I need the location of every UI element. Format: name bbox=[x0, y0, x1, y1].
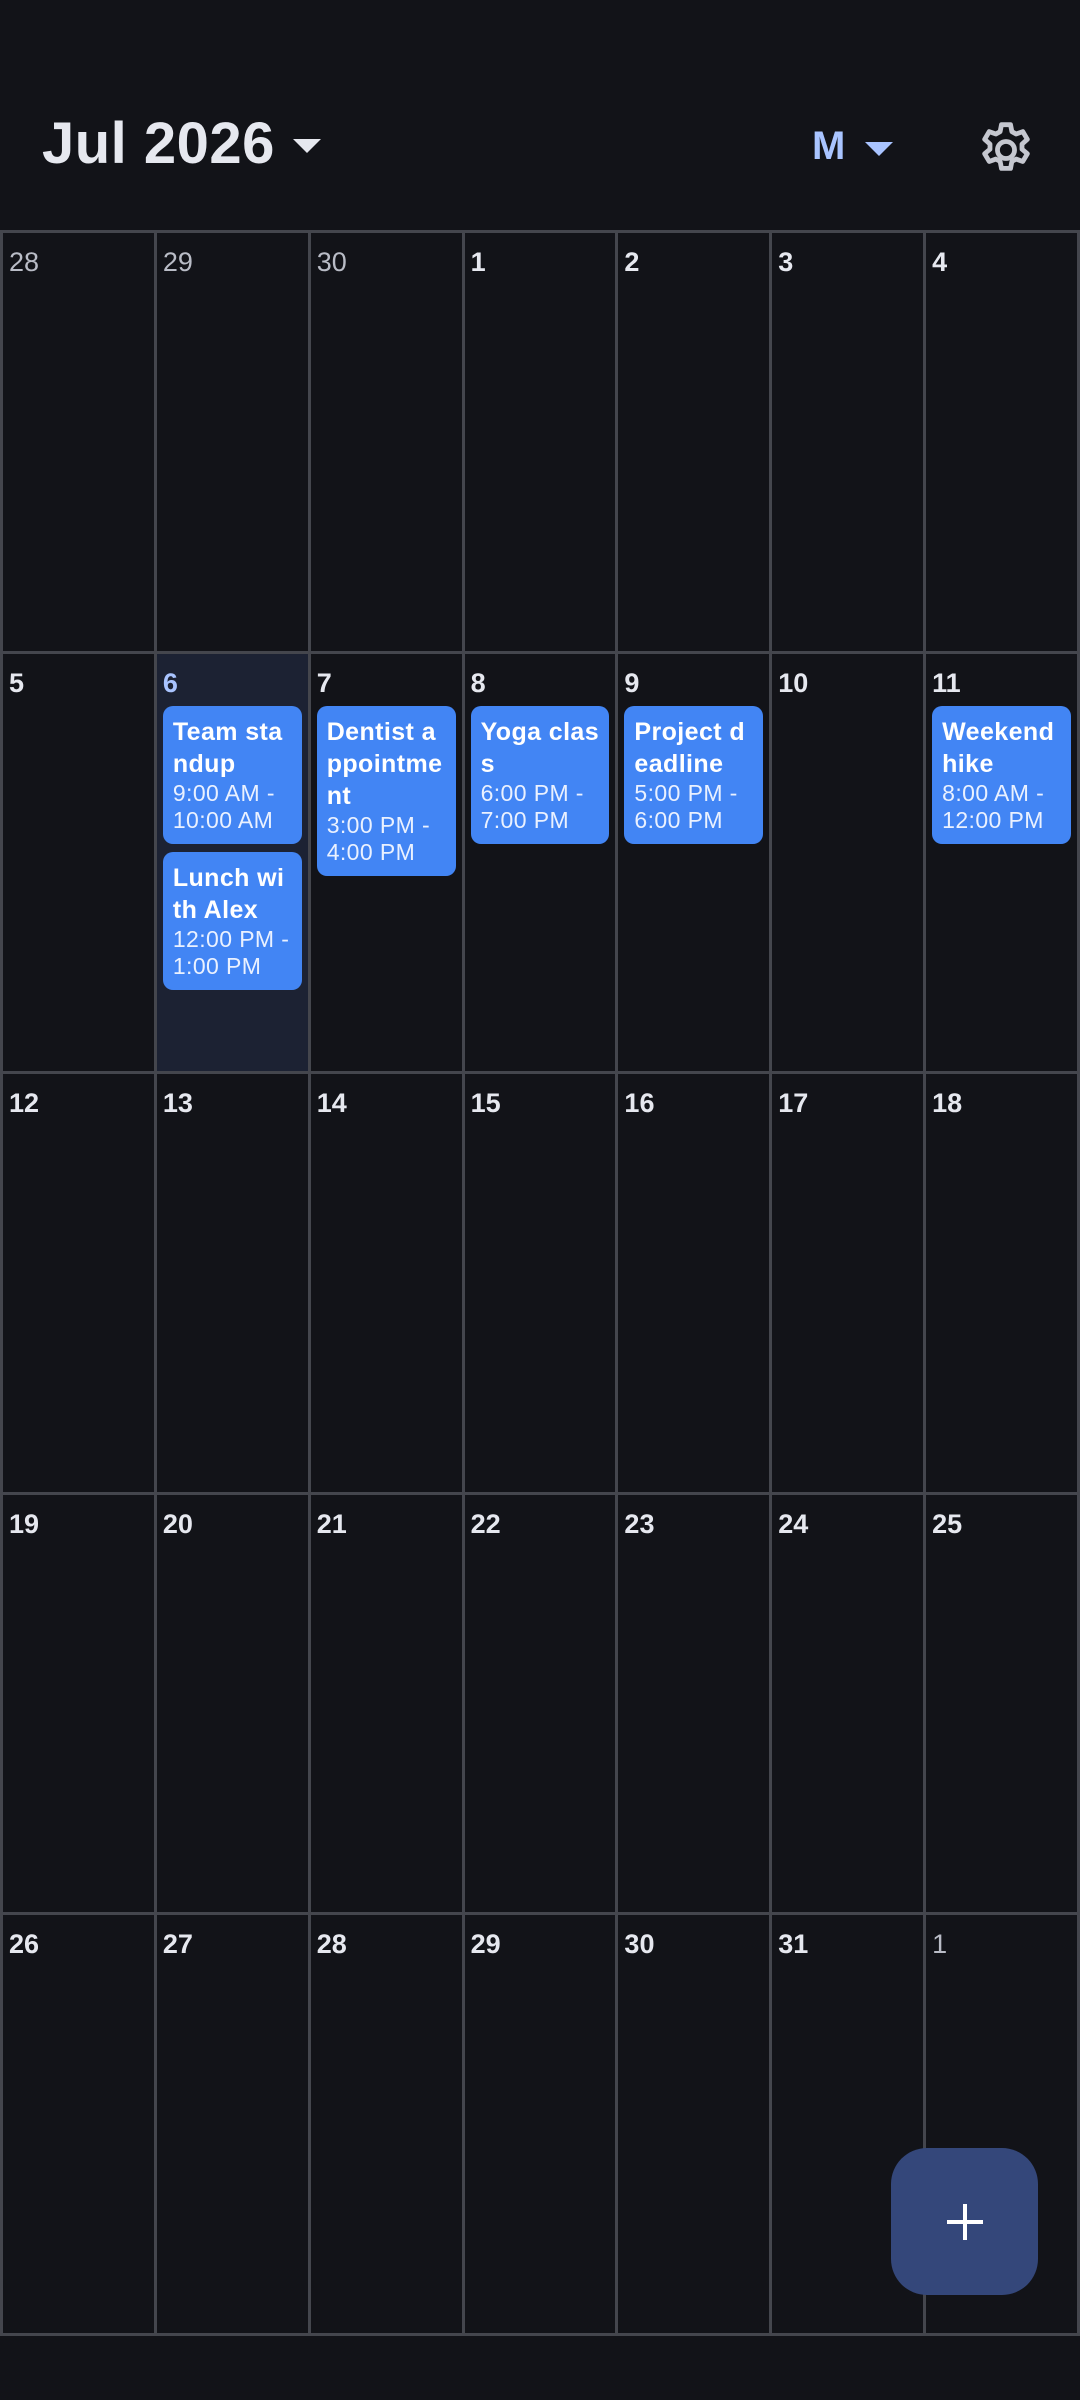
day-cell[interactable]: 4 bbox=[926, 233, 1080, 654]
day-number: 22 bbox=[470, 1508, 501, 1539]
view-mode-label: M bbox=[812, 124, 846, 168]
add-event-button[interactable] bbox=[891, 2148, 1038, 2295]
event-title: Lunch with Alex bbox=[172, 863, 285, 924]
day-cell[interactable]: 23 bbox=[618, 1494, 773, 1916]
day-cell[interactable]: 15 bbox=[464, 1074, 619, 1495]
day-cell[interactable]: 17 bbox=[772, 1074, 927, 1495]
calendar-header: Jul 2026 M bbox=[0, 88, 1080, 208]
day-cell[interactable]: 12 bbox=[3, 1074, 157, 1495]
day-number: 20 bbox=[162, 1508, 193, 1539]
month-picker[interactable]: Jul 2026 bbox=[42, 110, 321, 177]
day-number: 8 bbox=[470, 667, 486, 698]
day-cell[interactable]: 14 bbox=[310, 1074, 465, 1495]
day-number: 1 bbox=[932, 1929, 948, 1960]
day-number: 2 bbox=[624, 247, 640, 277]
day-cell[interactable]: 25 bbox=[926, 1494, 1080, 1916]
day-cell[interactable]: 11 Weekend hike 8:00 AM - 12:00 PM bbox=[926, 653, 1080, 1075]
day-cell[interactable]: 24 bbox=[772, 1494, 927, 1916]
day-cell[interactable]: 9 Project deadline 5:00 PM - 6:00 PM bbox=[618, 653, 773, 1075]
day-number: 1 bbox=[470, 247, 486, 277]
day-number: 18 bbox=[932, 1088, 963, 1119]
event-time: 3:00 PM - 4:00 PM bbox=[326, 811, 431, 865]
event-chip[interactable]: Weekend hike 8:00 AM - 12:00 PM bbox=[932, 705, 1071, 844]
day-number: 4 bbox=[932, 247, 948, 277]
gear-icon bbox=[982, 122, 1030, 171]
day-number: 21 bbox=[316, 1508, 347, 1539]
month-title: Jul 2026 bbox=[42, 111, 275, 176]
view-mode-picker[interactable]: M bbox=[812, 124, 894, 169]
day-number: 15 bbox=[470, 1088, 501, 1119]
day-number: 11 bbox=[932, 667, 961, 698]
day-number: 19 bbox=[9, 1508, 40, 1539]
chevron-down-icon bbox=[865, 141, 894, 156]
day-cell[interactable]: 1 bbox=[464, 233, 619, 654]
event-chip[interactable]: Team standup 9:00 AM - 10:00 AM bbox=[162, 705, 302, 844]
day-number: 5 bbox=[9, 667, 25, 698]
event-time: 12:00 PM - 1:00 PM bbox=[172, 925, 290, 979]
day-cell[interactable]: 13 bbox=[156, 1074, 311, 1495]
day-number: 14 bbox=[316, 1088, 347, 1119]
day-number: 24 bbox=[778, 1508, 809, 1539]
day-cell[interactable]: 19 bbox=[3, 1494, 157, 1916]
day-cell[interactable]: 16 bbox=[618, 1074, 773, 1495]
event-title: Team standup bbox=[172, 717, 283, 778]
event-title: Weekend hike bbox=[942, 717, 1055, 778]
day-cell[interactable]: 5 bbox=[3, 653, 157, 1075]
event-chip[interactable]: Lunch with Alex 12:00 PM - 1:00 PM bbox=[162, 851, 302, 990]
day-number: 13 bbox=[162, 1088, 193, 1119]
day-number: 31 bbox=[778, 1929, 809, 1960]
day-cell[interactable]: 26 bbox=[3, 1915, 157, 2336]
day-number: 12 bbox=[9, 1088, 40, 1119]
event-chip[interactable]: Project deadline 5:00 PM - 6:00 PM bbox=[624, 705, 764, 844]
day-cell[interactable]: 20 bbox=[156, 1494, 311, 1916]
event-time: 6:00 PM - 7:00 PM bbox=[480, 779, 584, 833]
event-time: 9:00 AM - 10:00 AM bbox=[172, 779, 275, 833]
day-number: 30 bbox=[316, 247, 347, 277]
day-cell[interactable]: 29 bbox=[156, 233, 311, 654]
day-cell[interactable]: 3 bbox=[772, 233, 927, 654]
calendar-app: Jul 2026 M 28 29 30 1 2 3 4 5 6 Team standup 9:00 … bbox=[0, 0, 1080, 2400]
day-number: 28 bbox=[9, 247, 40, 277]
day-cell[interactable]: 30 bbox=[310, 233, 465, 654]
day-cell[interactable]: 10 bbox=[772, 653, 927, 1075]
day-cell[interactable]: 6 Team standup 9:00 AM - 10:00 AM Lunch wit… bbox=[156, 653, 311, 1075]
day-cell[interactable]: 21 bbox=[310, 1494, 465, 1916]
event-title: Dentist appointment bbox=[326, 717, 443, 810]
day-cell[interactable]: 2 bbox=[618, 233, 773, 654]
day-number: 3 bbox=[778, 247, 794, 277]
event-chip[interactable]: Dentist appointment 3:00 PM - 4:00 PM bbox=[316, 705, 456, 876]
day-cell[interactable]: 7 Dentist appointment 3:00 PM - 4:00 PM bbox=[310, 653, 465, 1075]
day-number: 29 bbox=[470, 1929, 501, 1960]
day-number: 30 bbox=[624, 1929, 655, 1960]
day-cell[interactable]: 28 bbox=[310, 1915, 465, 2336]
day-number: 16 bbox=[624, 1088, 655, 1119]
day-number: 28 bbox=[316, 1929, 347, 1960]
event-title: Yoga class bbox=[480, 717, 600, 778]
day-number: 26 bbox=[9, 1929, 40, 1960]
day-number: 25 bbox=[932, 1508, 963, 1539]
day-cell[interactable]: 18 bbox=[926, 1074, 1080, 1495]
settings-button[interactable] bbox=[974, 118, 1038, 182]
day-cell[interactable]: 30 bbox=[618, 1915, 773, 2336]
day-number: 10 bbox=[778, 667, 809, 698]
day-number: 7 bbox=[316, 667, 332, 698]
day-cell[interactable]: 28 bbox=[3, 233, 157, 654]
event-title: Project deadline bbox=[634, 717, 745, 778]
day-number: 6 bbox=[162, 667, 178, 698]
day-cell[interactable]: 27 bbox=[156, 1915, 311, 2336]
day-number: 23 bbox=[624, 1508, 655, 1539]
day-number: 17 bbox=[778, 1088, 809, 1119]
month-grid: 28 29 30 1 2 3 4 5 6 Team standup 9:00 AM - 10:00 … bbox=[0, 230, 1080, 2336]
day-number: 9 bbox=[624, 667, 640, 698]
day-cell[interactable]: 8 Yoga class 6:00 PM - 7:00 PM bbox=[464, 653, 619, 1075]
event-chip[interactable]: Yoga class 6:00 PM - 7:00 PM bbox=[470, 705, 610, 844]
day-number: 29 bbox=[162, 247, 193, 277]
event-time: 8:00 AM - 12:00 PM bbox=[942, 779, 1045, 833]
event-time: 5:00 PM - 6:00 PM bbox=[634, 779, 738, 833]
day-cell[interactable]: 22 bbox=[464, 1494, 619, 1916]
chevron-down-icon bbox=[292, 138, 321, 153]
day-number: 27 bbox=[162, 1929, 193, 1960]
plus-icon bbox=[946, 2203, 983, 2240]
day-cell[interactable]: 29 bbox=[464, 1915, 619, 2336]
